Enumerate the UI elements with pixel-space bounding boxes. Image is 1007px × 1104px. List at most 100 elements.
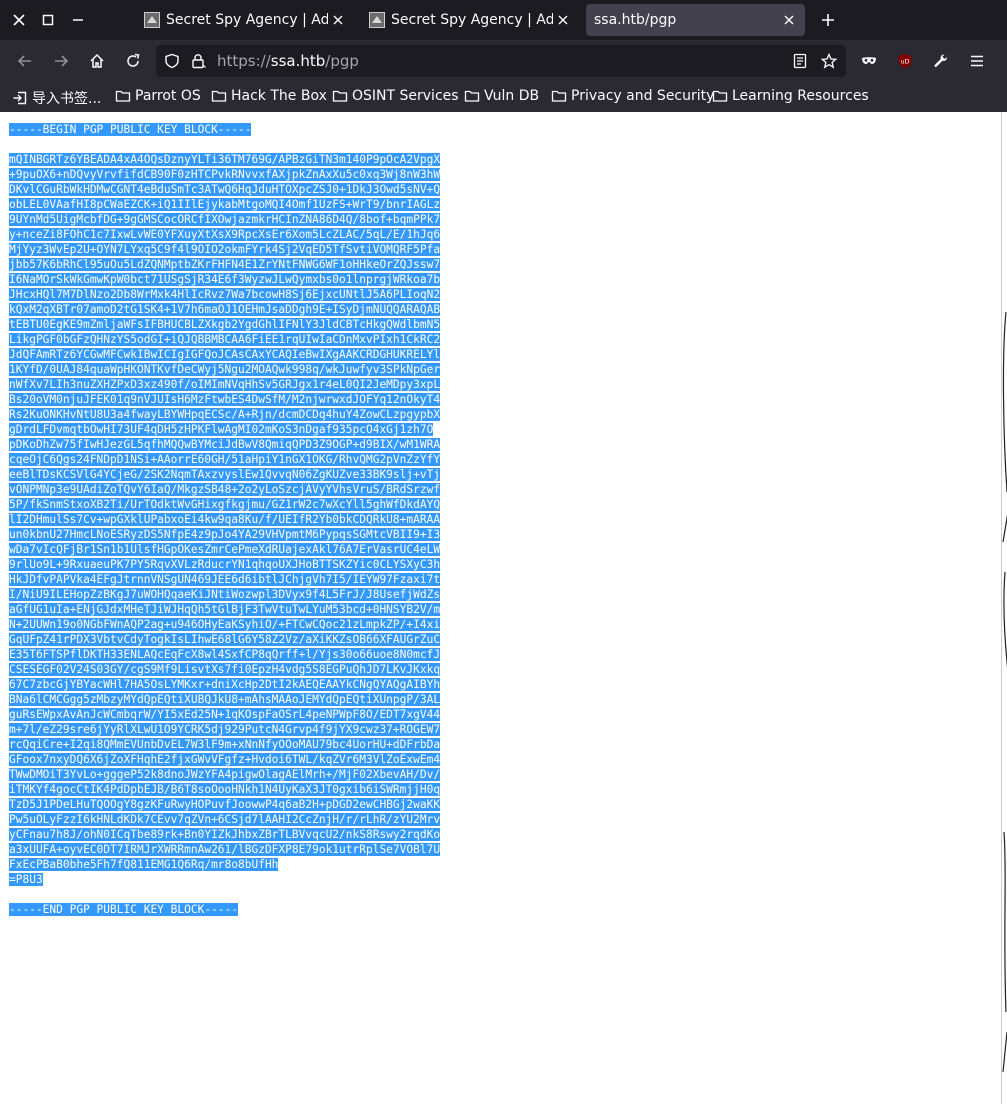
bookmark-folder-osint-services[interactable]: OSINT Services [332,88,459,104]
tab-admin-1[interactable]: Secret Spy Agency | Admi [136,4,354,36]
tab-close-button[interactable] [779,10,799,30]
pgp-key-line: 5P/fkSnmStxoXB2Ti/UrTOdktWvGHixgfkgjmu/G… [9,498,441,511]
pgp-key-line: nWfXv7LIh3nuZXHZPxD3xz490f/oIMImNVqHhSv5… [9,378,441,391]
tab-pgp[interactable]: ssa.htb/pgp [586,4,805,36]
star-icon [821,53,837,69]
pgp-key-line: 9UYnMd5UigMcbfDG+9gGMSCocORCfIXOwjazmkrH… [9,213,441,226]
site-favicon-icon [369,12,385,28]
bookmark-label: Privacy and Security [571,88,715,104]
pgp-key-line: DKvlCGuRbWkHDMwCGNT4eBduSmTc3ATwQ6HqJduH… [9,183,441,196]
minimize-icon [73,19,83,21]
pgp-key-line: jbb57K6bRhCl95uOu5LdZQNMptbZKrFHFN4E1ZrY… [9,258,441,271]
home-button[interactable] [87,51,107,71]
pgp-key-line: =P8U3 [9,873,43,886]
tracking-protection-button[interactable] [164,53,180,69]
close-icon [558,15,568,25]
pgp-begin-header: -----BEGIN PGP PUBLIC KEY BLOCK----- [9,123,252,136]
folder-icon [332,90,348,102]
lock-icon [192,54,206,69]
pgp-key-line: cqeOjC6Qgs24FNDpD1NSi+AAorrE60GH/51aHpiY… [9,453,441,466]
pgp-key-line: I/NiU9ILEHopZzBKgJ7uWOHQqaeKiJNtiWozwpl3… [9,588,441,601]
url-scheme: https:// [217,52,271,70]
pgp-key-line: LikgPGF0bGFzQHNzYS5odGI+iQJQBBMBCAA6FiEE… [9,333,441,346]
reload-button[interactable] [123,51,143,71]
pgp-key-line: pDKoDhZw75fIwHJezGL5qfhMQQwBYMciJdBwV8Qm… [9,438,441,451]
forward-button[interactable] [51,51,71,71]
pgp-key-line: Pw5uOLyFzzI6kHNLdKDk7CEvv7qZVn+6CSjd7lAA… [9,813,441,826]
bookmark-folder-parrot-os[interactable]: Parrot OS [115,88,201,104]
reload-icon [127,53,140,67]
pgp-key-line: HkJDfvPAPVka4EFgJtrnnVNSgUN469JEE6d6ibtl… [9,573,441,586]
private-mode-button[interactable] [859,51,879,71]
tab-close-button[interactable] [553,10,573,30]
pgp-key-line: gDrdLFDvmqtbOwHI73UF4qDH5zHPKFlwAgMI02mK… [9,423,434,436]
pgp-key-line: obLEL0VAafHI8pCWaEZCK+iQ1IIlEjykabMtgoMQ… [9,198,441,211]
close-window-button[interactable] [9,10,29,30]
pgp-key-line: tEBTU0EgKE9mZmljaWFsIFBHUCBLZXkgb2YgdGhl… [9,318,441,331]
tab-title: Secret Spy Agency | Admi [391,12,553,28]
pgp-key-line: GqUFpZ41rPDX3VbtvCdyTogkIsLIhwE68lG6Y58Z… [9,633,441,646]
ublock-origin-button[interactable]: uD [895,51,915,71]
close-icon [333,15,343,25]
pgp-key-line: TzD5J1PDeLHuTQOOgY8gzKFuRwyHOPuvfJoowwP4… [9,798,441,811]
url-text[interactable]: https://ssa.htb/pgp [217,52,359,70]
url-path: /pgp [325,52,359,70]
bookmark-label: Learning Resources [732,88,869,104]
pgp-key-line: guRsEWpxAvAnJcWCmbqrW/YI5xEd25N+1qKOspFa… [9,708,441,721]
new-tab-button[interactable] [818,10,838,30]
bookmark-folder-vuln-db[interactable]: Vuln DB [464,88,539,104]
pgp-key-block[interactable]: -----BEGIN PGP PUBLIC KEY BLOCK----- mQI… [9,122,441,917]
bookmark-label: Vuln DB [484,88,540,104]
reader-view-button[interactable] [792,53,808,69]
pgp-key-line: iTMKYf4gocCtIK4PdDpbEJB/B6T8soOooHNkh1N4… [9,783,441,796]
site-info-button[interactable] [190,53,206,69]
folder-icon [464,90,480,102]
pgp-key-line: eeBlTDsKCSVlG4YCjeG/2SK2NqmTAxzvyslEw1Qv… [9,468,441,481]
close-icon [784,15,794,25]
mask-icon [862,57,876,64]
app-menu-button[interactable] [967,51,987,71]
tab-close-button[interactable] [328,10,348,30]
hamburger-menu-icon [971,55,983,67]
pgp-key-line: un0kbnU27HmcLNoESRyzDS5NfpE4z9pJo4YA29VH… [9,528,441,541]
reader-view-icon [793,53,807,69]
bookmark-label: Hack The Box [231,88,327,104]
back-button[interactable] [15,51,35,71]
pgp-key-line: GFoox7nxyDQ6X6jZoXFHqhE2fjxGWvVFgfz+Hvdo… [9,753,441,766]
pgp-key-line: CSESEGF02V24S03GY/cgS9Mf9LisvtXs7fi0EpzH… [9,663,441,676]
pgp-key-body: mQINBGRTz6YBEADA4xA4OQsDznyYLTi36TM769G/… [9,153,441,886]
folder-icon [712,90,728,102]
pgp-key-line: N+2UUWn19o0NGbFWnAQP2ag+u946OHyEaKSyhiO/… [9,618,441,631]
site-favicon-icon [144,12,160,28]
plus-icon [822,14,834,26]
pgp-key-line: JHcxHQl7M7DlNzo2Db8WrMxk4HlIcRvz7Wa7bcow… [9,288,441,301]
minimize-window-button[interactable] [68,10,88,30]
pgp-key-line: I6NaMOrSkWkGmwKpW0bct71USgSjR34E6f3WyzwJ… [9,273,441,286]
bookmark-import[interactable]: 导入书签... [12,88,101,108]
tab-admin-2[interactable]: Secret Spy Agency | Admi [361,4,579,36]
bookmark-folder-privacy-and-security[interactable]: Privacy and Security [551,88,714,104]
import-icon [13,91,27,105]
tab-title: ssa.htb/pgp [594,12,677,28]
pgp-key-line: Rs2KuONKHvNtU8U3a4fwayLBYWHpqECSc/A+Rjn/… [9,408,441,421]
bookmark-folder-hack-the-box[interactable]: Hack The Box [211,88,327,104]
folder-icon [211,90,227,102]
pgp-key-line: 67C7zbcGjYBYacWHl7HA5OsLYMKxr+dniXcHp2Dt… [9,678,441,691]
pgp-key-line: yCFnau7h8J/ohN0ICqTbe89rk+Bn0YIZkJhbxZBr… [9,828,441,841]
bookmark-star-button[interactable] [821,53,837,69]
tools-button[interactable] [931,51,951,71]
folder-icon [551,90,567,102]
bookmarks-toolbar: 导入书签... Parrot OS Hack The Box OSINT Ser… [0,82,1007,112]
pgp-key-line: JdQFAmRTz6YCGwMFCwkIBwICIgIGFQoJCAsCAxYC… [9,348,441,361]
home-icon [90,53,104,68]
pgp-key-line: m+7l/eZ29sre6jYyRlXLwU1O9YCRK5dj929PutcN… [9,723,441,736]
pgp-key-line: lI2DHmulSs7Cv+wpGXklUPabxoEi4kw9qa8Ku/f/… [9,513,441,526]
folder-icon [115,90,131,102]
maximize-window-button[interactable] [38,10,58,30]
pgp-key-line: kQxM2qXBTr07amoD2tG1SK4+1V7h6maOJ1OEHmJs… [9,303,441,316]
bookmark-folder-learning-resources[interactable]: Learning Resources [712,88,869,104]
pgp-key-line: E35T6FTSPflDKTH33ENLAQcEqFcX8wl4SxfCP8qQ… [9,648,441,661]
pgp-key-line: Bs20oVM0njuJFEK01q9nVJUIsH6MzFtwbES4DwSf… [9,393,441,406]
pgp-key-line: y+nceZi8FOhC1c7IxwLvWE0YFXuyXtXsX9RpcXsE… [9,228,441,241]
address-bar[interactable]: https://ssa.htb/pgp [156,45,846,77]
